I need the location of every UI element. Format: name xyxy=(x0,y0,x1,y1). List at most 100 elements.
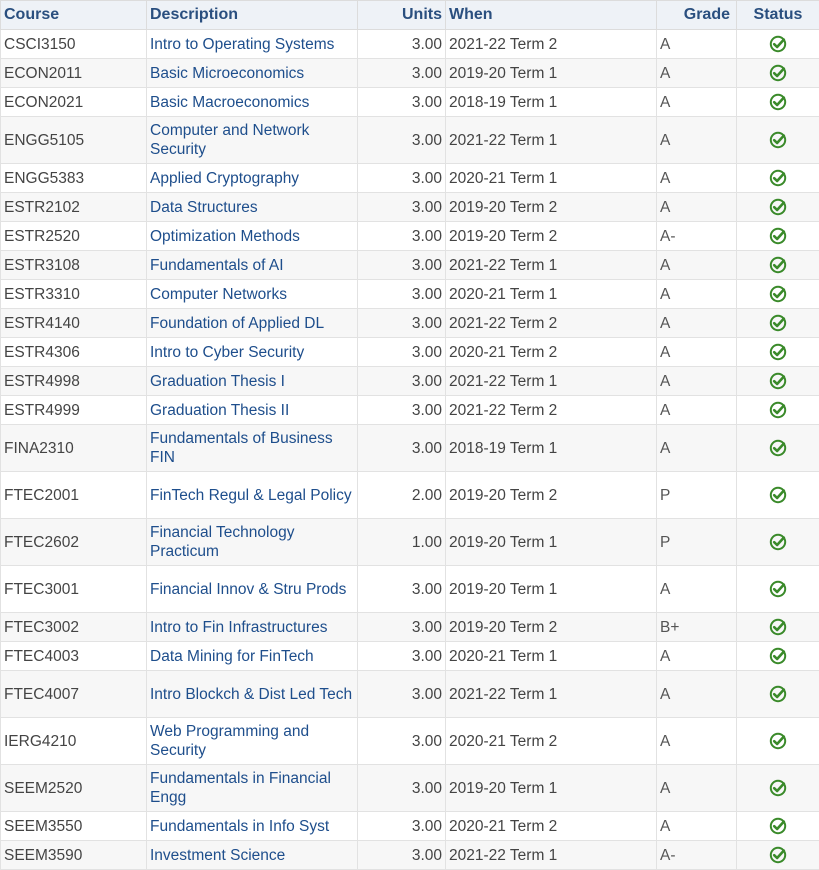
when-cell: 2020-21 Term 1 xyxy=(446,280,657,309)
course-cell: ESTR3108 xyxy=(1,251,147,280)
description-link[interactable]: Basic Macroeconomics xyxy=(147,88,358,117)
column-header-course[interactable]: Course xyxy=(1,1,147,30)
course-cell: ESTR3310 xyxy=(1,280,147,309)
grade-cell: A xyxy=(657,642,737,671)
table-row: ENGG5383Applied Cryptography3.002020-21 … xyxy=(1,164,819,193)
units-cell: 3.00 xyxy=(358,841,446,870)
status-cell xyxy=(737,88,819,117)
status-cell xyxy=(737,425,819,472)
description-link[interactable]: Intro to Cyber Security xyxy=(147,338,358,367)
description-link[interactable]: Data Mining for FinTech xyxy=(147,642,358,671)
when-cell: 2019-20 Term 2 xyxy=(446,193,657,222)
course-cell: SEEM2520 xyxy=(1,765,147,812)
check-circle-icon xyxy=(769,779,787,797)
description-link[interactable]: FinTech Regul & Legal Policy xyxy=(147,472,358,519)
units-cell: 3.00 xyxy=(358,309,446,338)
units-cell: 2.00 xyxy=(358,472,446,519)
status-cell xyxy=(737,251,819,280)
units-cell: 3.00 xyxy=(358,396,446,425)
table-row: FTEC4003Data Mining for FinTech3.002020-… xyxy=(1,642,819,671)
units-cell: 3.00 xyxy=(358,59,446,88)
description-link[interactable]: Web Programming and Security xyxy=(147,718,358,765)
description-link[interactable]: Financial Innov & Stru Prods xyxy=(147,566,358,613)
description-link[interactable]: Intro Blockch & Dist Led Tech xyxy=(147,671,358,718)
description-link[interactable]: Intro to Operating Systems xyxy=(147,30,358,59)
description-link[interactable]: Graduation Thesis I xyxy=(147,367,358,396)
description-link[interactable]: Computer and Network Security xyxy=(147,117,358,164)
units-cell: 3.00 xyxy=(358,367,446,396)
when-cell: 2018-19 Term 1 xyxy=(446,88,657,117)
when-cell: 2021-22 Term 1 xyxy=(446,251,657,280)
description-link[interactable]: Basic Microeconomics xyxy=(147,59,358,88)
check-circle-icon xyxy=(769,93,787,111)
table-row: FTEC3002Intro to Fin Infrastructures3.00… xyxy=(1,613,819,642)
course-cell: ENGG5105 xyxy=(1,117,147,164)
check-circle-icon xyxy=(769,618,787,636)
description-link[interactable]: Investment Science xyxy=(147,841,358,870)
description-link[interactable]: Data Structures xyxy=(147,193,358,222)
grade-cell: A xyxy=(657,117,737,164)
table-row: ECON2011Basic Microeconomics3.002019-20 … xyxy=(1,59,819,88)
description-link[interactable]: Fundamentals of Business FIN xyxy=(147,425,358,472)
units-cell: 3.00 xyxy=(358,280,446,309)
course-cell: IERG4210 xyxy=(1,718,147,765)
course-cell: SEEM3550 xyxy=(1,812,147,841)
status-cell xyxy=(737,566,819,613)
column-header-description[interactable]: Description xyxy=(147,1,358,30)
grade-cell: A xyxy=(657,425,737,472)
course-cell: FTEC3001 xyxy=(1,566,147,613)
column-header-status[interactable]: Status xyxy=(737,1,819,30)
check-circle-icon xyxy=(769,846,787,864)
course-cell: FTEC3002 xyxy=(1,613,147,642)
description-link[interactable]: Foundation of Applied DL xyxy=(147,309,358,338)
grade-cell: A xyxy=(657,88,737,117)
description-link[interactable]: Graduation Thesis II xyxy=(147,396,358,425)
description-link[interactable]: Fundamentals in Financial Engg xyxy=(147,765,358,812)
course-cell: ESTR4306 xyxy=(1,338,147,367)
table-row: ESTR2520Optimization Methods3.002019-20 … xyxy=(1,222,819,251)
table-row: ESTR4306Intro to Cyber Security3.002020-… xyxy=(1,338,819,367)
column-header-grade[interactable]: Grade xyxy=(657,1,737,30)
status-cell xyxy=(737,338,819,367)
status-cell xyxy=(737,519,819,566)
check-circle-icon xyxy=(769,169,787,187)
grade-cell: P xyxy=(657,519,737,566)
units-cell: 3.00 xyxy=(358,222,446,251)
table-row: ECON2021Basic Macroeconomics3.002018-19 … xyxy=(1,88,819,117)
description-link[interactable]: Applied Cryptography xyxy=(147,164,358,193)
course-cell: CSCI3150 xyxy=(1,30,147,59)
description-link[interactable]: Financial Technology Practicum xyxy=(147,519,358,566)
description-link[interactable]: Intro to Fin Infrastructures xyxy=(147,613,358,642)
grade-cell: A xyxy=(657,164,737,193)
status-cell xyxy=(737,117,819,164)
units-cell: 3.00 xyxy=(358,425,446,472)
status-cell xyxy=(737,671,819,718)
description-link[interactable]: Fundamentals in Info Syst xyxy=(147,812,358,841)
grade-cell: A xyxy=(657,396,737,425)
column-header-units[interactable]: Units xyxy=(358,1,446,30)
description-link[interactable]: Computer Networks xyxy=(147,280,358,309)
status-cell xyxy=(737,164,819,193)
status-cell xyxy=(737,309,819,338)
column-header-when[interactable]: When xyxy=(446,1,657,30)
status-cell xyxy=(737,280,819,309)
description-link[interactable]: Fundamentals of AI xyxy=(147,251,358,280)
course-cell: ENGG5383 xyxy=(1,164,147,193)
when-cell: 2021-22 Term 2 xyxy=(446,396,657,425)
units-cell: 3.00 xyxy=(358,671,446,718)
description-link[interactable]: Optimization Methods xyxy=(147,222,358,251)
units-cell: 3.00 xyxy=(358,718,446,765)
check-circle-icon xyxy=(769,647,787,665)
course-cell: FTEC2001 xyxy=(1,472,147,519)
units-cell: 1.00 xyxy=(358,519,446,566)
grade-cell: A xyxy=(657,193,737,222)
check-circle-icon xyxy=(769,285,787,303)
units-cell: 3.00 xyxy=(358,812,446,841)
status-cell xyxy=(737,222,819,251)
units-cell: 3.00 xyxy=(358,613,446,642)
when-cell: 2021-22 Term 1 xyxy=(446,671,657,718)
status-cell xyxy=(737,396,819,425)
units-cell: 3.00 xyxy=(358,164,446,193)
when-cell: 2021-22 Term 2 xyxy=(446,30,657,59)
grade-cell: A xyxy=(657,251,737,280)
